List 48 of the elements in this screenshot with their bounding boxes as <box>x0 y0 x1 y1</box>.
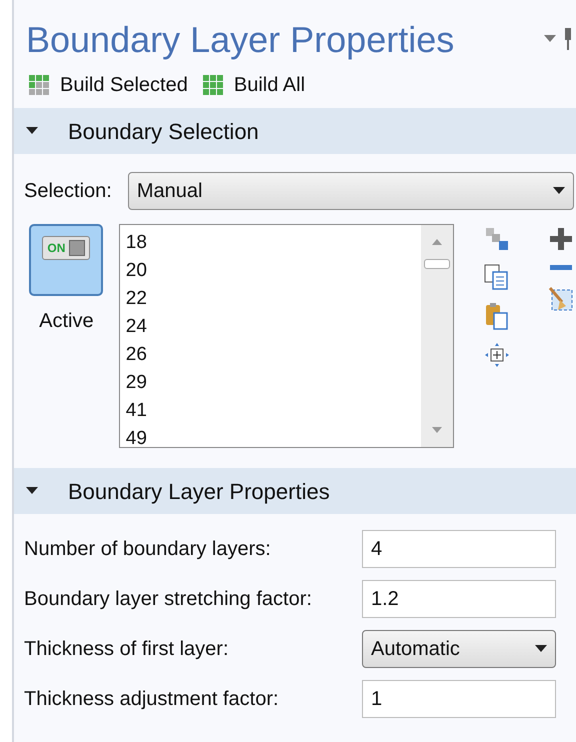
section-header[interactable]: Boundary Layer Properties <box>14 468 576 514</box>
clear-selection-icon[interactable] <box>548 286 574 312</box>
selection-label: Selection: <box>24 179 112 204</box>
field-label: Thickness adjustment factor: <box>24 687 280 712</box>
input-field[interactable]: 4 <box>362 530 556 568</box>
thickness-dropdown[interactable]: Automatic <box>362 630 556 668</box>
field-label: Boundary layer stretching factor: <box>24 587 313 612</box>
dropdown-caret-icon[interactable] <box>544 35 556 43</box>
scroll-up-icon[interactable] <box>432 239 442 245</box>
list-item[interactable]: 41 <box>126 397 421 425</box>
dropdown-caret-icon <box>553 187 565 195</box>
section-title: Boundary Layer Properties <box>68 478 330 506</box>
switch-knob <box>69 240 86 256</box>
input-field[interactable]: 1.2 <box>362 580 556 618</box>
paste-icon[interactable] <box>484 302 510 330</box>
boundary-list[interactable]: 18 20 22 24 26 29 41 49 <box>118 224 454 448</box>
collapse-caret-icon <box>26 487 38 495</box>
list-item[interactable]: 29 <box>126 369 421 397</box>
list-item[interactable]: 49 <box>126 425 421 447</box>
active-label: Active <box>39 309 94 334</box>
input-field[interactable]: 1 <box>362 680 556 718</box>
scrollbar[interactable] <box>421 225 453 447</box>
section-header[interactable]: Boundary Selection <box>14 108 576 154</box>
scroll-down-icon[interactable] <box>432 427 442 433</box>
list-item[interactable]: 18 <box>126 229 421 257</box>
grid-icon <box>202 74 224 96</box>
toolbar-button[interactable]: Build All <box>202 70 306 100</box>
on-text: ON <box>47 240 66 257</box>
field-label: Thickness of first layer: <box>24 637 230 662</box>
field-label: Number of boundary layers: <box>24 537 272 562</box>
dropdown-caret-icon <box>535 645 547 653</box>
list-item[interactable]: 22 <box>126 285 421 313</box>
remove-icon[interactable] <box>550 264 572 272</box>
copy-icon[interactable] <box>484 264 510 290</box>
list-item[interactable]: 20 <box>126 257 421 285</box>
cubes-icon[interactable] <box>484 226 510 252</box>
collapse-caret-icon <box>26 127 38 135</box>
selection-dropdown[interactable]: Manual <box>128 172 574 210</box>
zoom-selection-icon[interactable] <box>484 342 510 368</box>
grid-icon <box>28 74 50 96</box>
pin-icon[interactable] <box>564 28 572 50</box>
list-item[interactable]: 26 <box>126 341 421 369</box>
add-icon[interactable] <box>550 228 572 250</box>
toolbar-button[interactable]: Build Selected <box>28 70 188 100</box>
list-item[interactable]: 24 <box>126 313 421 341</box>
section-title: Boundary Selection <box>68 118 259 146</box>
panel-title: Boundary Layer Properties <box>26 18 454 62</box>
scroll-thumb[interactable] <box>424 259 450 269</box>
